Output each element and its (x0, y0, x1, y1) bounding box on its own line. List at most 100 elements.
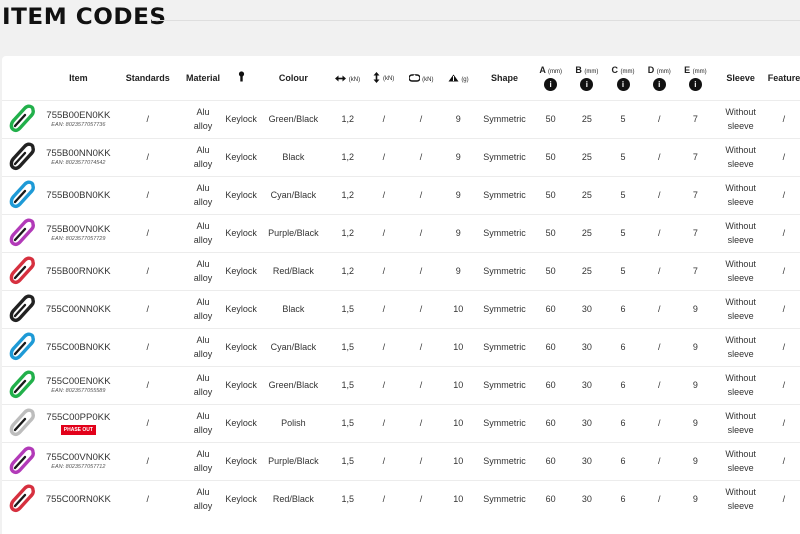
material-1-text: Alu (196, 373, 210, 383)
product-image-cell (2, 479, 43, 518)
material-cell: Alu alloy (180, 479, 226, 518)
carabiner-image[interactable] (8, 217, 36, 249)
item-code[interactable]: 755B00EN0KK (42, 110, 114, 121)
item-cell: 755C00VN0KK EAN: 8023577057712 (42, 441, 115, 480)
shape-cell: Symmetric (476, 213, 533, 252)
material-cell: Alu alloy (180, 327, 226, 366)
info-icon[interactable]: i (688, 77, 702, 91)
colour-cell: Red/Black (257, 479, 330, 518)
material-cell: Alu alloy (180, 251, 226, 290)
dim-e-cell: 9 (677, 403, 714, 442)
product-image-cell (2, 365, 43, 404)
item-code[interactable]: 755B00BN0KK (42, 190, 114, 201)
dim-d-cell: / (641, 289, 678, 328)
table-row[interactable]: 755B00NN0KK EAN: 8023577074542 / Alu allo… (2, 137, 800, 176)
table-row[interactable]: 755C00PP0KK PHASE OUT / Alu alloy Keylock… (2, 403, 800, 442)
colour-cell: Cyan/Black (257, 175, 330, 214)
sleeve-1-text: Without (725, 107, 756, 117)
gate-open-cell: / (401, 99, 441, 138)
table-row[interactable]: 755C00EN0KK EAN: 8023577055589 / Alu allo… (2, 365, 800, 404)
major-axis-cell: 1,2 (329, 175, 366, 214)
header-major-axis: (kN) (330, 56, 366, 100)
info-icon[interactable]: i (580, 77, 594, 91)
weight-cell: 9 (440, 251, 477, 290)
sleeve-2-text: sleeve (727, 387, 754, 397)
ean-code: EAN: 8023577055589 (51, 388, 106, 394)
carabiner-image[interactable] (8, 407, 36, 439)
colour-cell: Green/Black (257, 99, 330, 138)
carabiner-image[interactable] (8, 103, 36, 135)
dim-b-cell: 30 (568, 327, 605, 366)
header-dim-c: C (mm) i (611, 64, 635, 91)
product-image-cell (2, 251, 43, 290)
gate-open-cell: / (401, 327, 441, 366)
item-code[interactable]: 755C00VN0KK (42, 452, 114, 463)
lock-cell: Keylock (225, 403, 258, 442)
carabiner-image[interactable] (8, 445, 36, 477)
item-code[interactable]: 755B00NN0KK (42, 148, 114, 159)
table-row[interactable]: 755C00BN0KK / Alu alloy Keylock Cyan/Blac… (2, 327, 800, 366)
table-row[interactable]: 755B00VN0KK EAN: 8023577057729 / Alu allo… (2, 213, 800, 252)
carabiner-image[interactable] (8, 179, 36, 211)
sleeve-2-text: sleeve (727, 425, 754, 435)
table-row[interactable]: 755C00NN0KK / Alu alloy Keylock Black 1,5… (2, 289, 800, 328)
gate-open-icon (408, 74, 420, 83)
sleeve-2-text: sleeve (727, 501, 754, 512)
gate-open-cell: / (401, 441, 441, 480)
page-title: ITEM CODES (2, 5, 167, 30)
header-minor-axis: (kN) (366, 56, 402, 100)
dim-d-cell: / (641, 479, 678, 518)
shape-cell: Symmetric (476, 365, 533, 404)
material-cell: Alu alloy (180, 137, 226, 176)
dim-b-cell: 25 (568, 137, 605, 176)
dim-d-cell: / (641, 213, 678, 252)
minor-axis-cell: / (365, 251, 402, 290)
sleeve-2-text: sleeve (727, 121, 754, 131)
features-cell: / (767, 479, 800, 518)
ean-code: EAN: 8023577057736 (51, 122, 106, 128)
table-row[interactable]: 755B00EN0KK EAN: 8023577057736 / Alu allo… (2, 99, 800, 138)
table-row[interactable]: 755B00RN0KK / Alu alloy Keylock Red/Black… (2, 251, 800, 290)
carabiner-image[interactable] (8, 293, 36, 325)
carabiner-image[interactable] (8, 141, 36, 173)
carabiner-image[interactable] (8, 255, 36, 287)
table-row[interactable]: 755C00VN0KK EAN: 8023577057712 / Alu allo… (2, 441, 800, 480)
item-code[interactable]: 755C00RN0KK (42, 494, 114, 505)
sleeve-cell: Without sleeve (713, 289, 768, 328)
sleeve-2-text: sleeve (727, 197, 754, 207)
sleeve-1-text: Without (725, 373, 756, 383)
carabiner-image[interactable] (8, 369, 36, 401)
dim-e-cell: 9 (677, 289, 714, 328)
info-icon[interactable]: i (652, 77, 666, 91)
sleeve-cell: Without sleeve (713, 365, 768, 404)
lock-cell: Keylock (225, 479, 258, 518)
dim-c-cell: 5 (604, 175, 642, 214)
minor-axis-cell: / (365, 403, 402, 442)
colour-cell: Purple/Black (257, 441, 330, 480)
shape-cell: Symmetric (476, 289, 533, 328)
table-row[interactable]: 755C00RN0KK / Alu alloy Keylock Red/Black… (2, 479, 800, 518)
item-code[interactable]: 755C00BN0KK (42, 342, 114, 353)
info-icon[interactable]: i (544, 77, 558, 91)
sleeve-1-text: Without (725, 297, 756, 307)
header-standards: Standards (125, 72, 170, 83)
colour-cell: Polish (257, 403, 330, 442)
carabiner-image[interactable] (8, 483, 36, 515)
carabiner-image[interactable] (8, 331, 36, 363)
item-code[interactable]: 755B00RN0KK (42, 266, 114, 277)
features-cell: / (767, 441, 800, 480)
lock-cell: Keylock (225, 213, 258, 252)
gate-open-cell: / (401, 479, 441, 518)
table-row[interactable]: 755B00BN0KK / Alu alloy Keylock Cyan/Blac… (2, 175, 800, 214)
product-image-cell (2, 289, 43, 328)
item-code[interactable]: 755C00PP0KK (42, 412, 114, 423)
item-code[interactable]: 755C00NN0KK (42, 304, 114, 315)
item-code[interactable]: 755B00VN0KK (42, 224, 114, 235)
major-axis-cell: 1,5 (329, 327, 366, 366)
weight-cell: 10 (440, 327, 477, 366)
header-weight: (g) (440, 56, 476, 100)
header-shape: Shape (490, 72, 518, 83)
item-codes-panel: Item Standards Material Colour (kN) (kN) (2, 56, 800, 534)
item-code[interactable]: 755C00EN0KK (42, 376, 114, 387)
info-icon[interactable]: i (616, 77, 630, 91)
